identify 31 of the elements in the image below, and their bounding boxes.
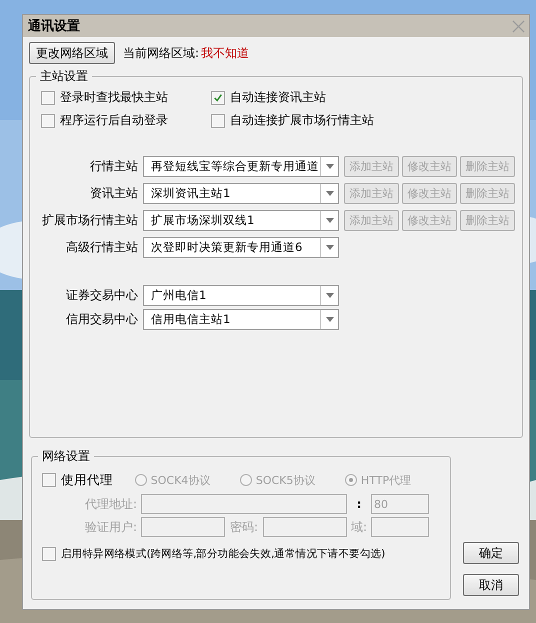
field-label: 域:: [350, 518, 368, 536]
field-label: 证券交易中心: [65, 287, 139, 304]
field-label: 行情主站: [89, 158, 139, 175]
field-label: 代理地址:: [84, 496, 138, 512]
server-dropdown[interactable]: 扩展市场深圳双线1: [143, 210, 339, 231]
server-dropdown[interactable]: 深圳资讯主站1: [143, 183, 339, 204]
field-label: 高级行情主站: [65, 239, 139, 256]
checkbox-option[interactable]: 使用代理: [42, 472, 135, 488]
field-label: 信用交易中心: [65, 311, 139, 328]
port-separator: :: [356, 497, 362, 511]
checkbox-option[interactable]: 自动连接扩展市场行情主站: [211, 112, 431, 129]
region-label: 当前网络区域:: [123, 44, 200, 62]
server-dropdown[interactable]: 次登即时决策更新专用通道6: [143, 237, 339, 258]
checkbox-option[interactable]: 登录时查找最快主站: [41, 89, 211, 106]
trade-center-dropdown[interactable]: 广州电信1: [143, 285, 339, 306]
dialog-button[interactable]: 取消: [463, 574, 519, 596]
field-label: 密码:: [228, 518, 260, 536]
group-title: 网络设置: [41, 448, 91, 465]
checkbox-option[interactable]: 程序运行后自动登录: [41, 112, 211, 129]
change-region-button[interactable]: 更改网络区域: [29, 42, 115, 64]
window-title: 通讯设置: [28, 18, 80, 35]
checkbox-option[interactable]: 启用特异网络模式(跨网络等,部分功能会失效,通常情况下请不要勾选): [32, 547, 450, 561]
group-title: 主站设置: [39, 68, 89, 85]
field-label: 扩展市场行情主站: [41, 212, 139, 229]
checkbox-option[interactable]: 自动连接资讯主站: [211, 89, 431, 106]
region-value: 我不知道: [201, 44, 250, 62]
dialog-button[interactable]: 确定: [463, 542, 519, 564]
field-label: 资讯主站: [89, 185, 139, 202]
trade-center-dropdown[interactable]: 信用电信主站1: [143, 309, 339, 330]
field-label: 验证用户:: [84, 518, 138, 536]
server-dropdown[interactable]: 再登短线宝等综合更新专用通道: [143, 156, 339, 177]
